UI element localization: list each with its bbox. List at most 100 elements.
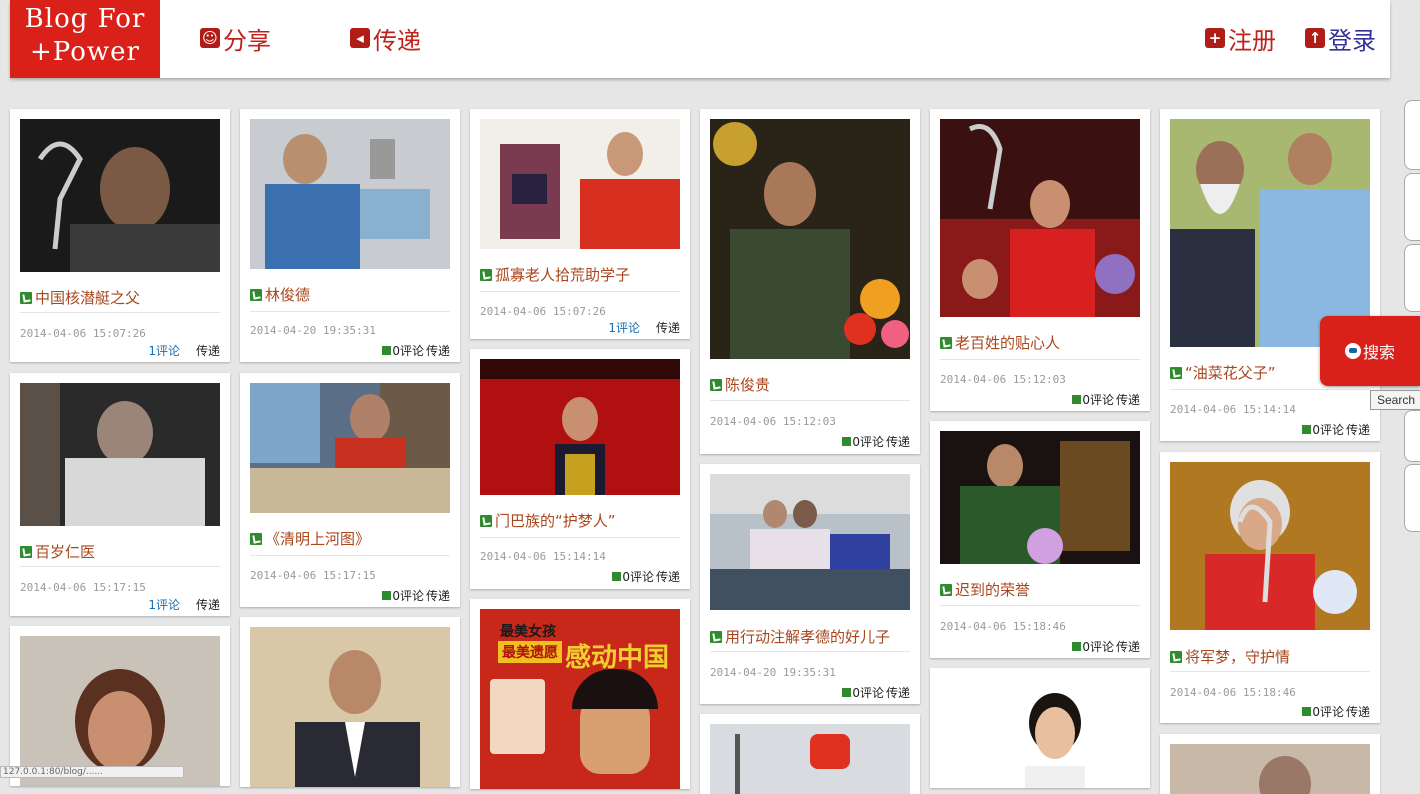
post-photo[interactable] [20, 383, 220, 526]
post-photo[interactable] [480, 119, 680, 249]
post-photo[interactable] [250, 119, 450, 269]
poster-line1: 最美女孩 [500, 624, 556, 640]
comments-link[interactable]: 0评论 [612, 568, 654, 585]
pass-link[interactable]: 传递 [426, 587, 450, 604]
search-button[interactable]: 搜索 [1320, 316, 1420, 386]
post-card[interactable]: 《清明上河图》 2014-04-06 15:17:15 0评论 传递 [240, 373, 460, 607]
post-title[interactable]: 林俊德 [250, 284, 310, 305]
comments-link[interactable]: 1评论 [148, 342, 180, 359]
comments-link[interactable]: 0评论 [842, 433, 884, 450]
side-tab[interactable] [1404, 173, 1420, 241]
post-card[interactable]: 最美女孩 最美遗愿 感动中国 [470, 599, 690, 789]
post-title[interactable]: 迟到的荣誉 [940, 579, 1030, 600]
post-card[interactable]: 老百姓的贴心人 2014-04-06 15:12:03 0评论 传递 [930, 109, 1150, 411]
comments-link[interactable]: 0评论 [1302, 703, 1344, 720]
post-title[interactable]: 用行动注解孝德的好儿子 [710, 626, 890, 647]
post-card[interactable]: 陈俊贵 2014-04-06 15:12:03 0评论 传递 [700, 109, 920, 454]
pass-link[interactable]: 传递 [886, 684, 910, 701]
post-title[interactable]: 百岁仁医 [20, 541, 95, 562]
post-card[interactable]: “油菜花父子” 2014-04-06 15:14:14 0评论 传递 [1160, 109, 1380, 441]
pass-link[interactable]: 传递 [196, 342, 220, 359]
poster-photo[interactable]: 最美女孩 最美遗愿 感动中国 [480, 609, 680, 789]
post-card[interactable]: 门巴族的“护梦人” 2014-04-06 15:14:14 0评论 传递 [470, 349, 690, 589]
post-card[interactable] [1160, 734, 1380, 794]
pass-link[interactable]: 传递 [656, 319, 680, 336]
post-meta: 0评论 传递 [382, 342, 450, 359]
pass-link[interactable]: 传递 [426, 342, 450, 359]
post-photo[interactable] [480, 359, 680, 495]
side-tab[interactable] [1404, 464, 1420, 532]
comments-link[interactable]: 0评论 [382, 587, 424, 604]
side-tab[interactable] [1404, 410, 1420, 462]
post-title[interactable]: 孤寡老人拾荒助学子 [480, 264, 630, 285]
comments-link[interactable]: 0评论 [1302, 421, 1344, 438]
post-photo[interactable] [20, 119, 220, 272]
post-card[interactable]: 用行动注解孝德的好儿子 2014-04-20 19:35:31 0评论 传递 [700, 464, 920, 704]
post-photo[interactable] [250, 383, 450, 513]
post-date: 2014-04-06 15:12:03 [710, 415, 836, 428]
nav-login-link[interactable]: ↑ 登录 [1305, 22, 1376, 55]
post-photo[interactable] [20, 636, 220, 786]
post-icon [480, 268, 492, 281]
comments-link[interactable]: 0评论 [842, 684, 884, 701]
post-card[interactable]: 中国核潜艇之父 2014-04-06 15:07:26 1评论 传递 [10, 109, 230, 362]
post-photo[interactable] [250, 627, 450, 787]
post-card[interactable]: 百岁仁医 2014-04-06 15:17:15 1评论 传递 [10, 373, 230, 616]
post-photo[interactable] [940, 678, 1140, 788]
pass-link[interactable]: 传递 [1116, 638, 1140, 655]
divider [940, 359, 1140, 360]
site-logo[interactable]: Blog For +Power [10, 0, 160, 78]
post-title[interactable]: 《清明上河图》 [250, 528, 370, 549]
comments-link[interactable]: 1评论 [148, 596, 180, 613]
divider [480, 291, 680, 292]
side-tab[interactable] [1404, 244, 1420, 312]
nav-register-link[interactable]: + 注册 [1205, 22, 1276, 55]
post-title[interactable]: 老百姓的贴心人 [940, 332, 1060, 353]
divider [250, 311, 450, 312]
pass-link[interactable]: 传递 [196, 596, 220, 613]
comment-icon [382, 346, 392, 355]
post-card[interactable]: 孤寡老人拾荒助学子 2014-04-06 15:07:26 1评论 传递 [470, 109, 690, 339]
comment-icon [1072, 642, 1082, 651]
post-photo[interactable] [1170, 744, 1370, 794]
post-photo[interactable] [710, 119, 910, 359]
side-tab[interactable] [1404, 100, 1420, 170]
post-icon [1170, 650, 1182, 663]
comments-link[interactable]: 0评论 [382, 342, 424, 359]
pass-link[interactable]: 传递 [1346, 703, 1370, 720]
divider [710, 400, 910, 401]
post-photo[interactable] [710, 474, 910, 610]
post-card[interactable] [240, 617, 460, 787]
post-icon [1170, 366, 1182, 379]
comments-link[interactable]: 0评论 [1072, 638, 1114, 655]
post-title[interactable]: 将军梦，守护情 [1170, 646, 1290, 667]
search-icon [1344, 343, 1361, 359]
post-photo[interactable] [710, 724, 910, 794]
nav-share-link[interactable]: ☺ 分享 [200, 22, 271, 55]
post-photo[interactable] [1170, 462, 1370, 630]
comments-link[interactable]: 0评论 [1072, 391, 1114, 408]
pass-link[interactable]: 传递 [656, 568, 680, 585]
divider [1170, 671, 1370, 672]
post-card[interactable]: 将军梦，守护情 2014-04-06 15:18:46 0评论 传递 [1160, 452, 1380, 723]
share-icon: ☺ [200, 28, 220, 48]
post-card[interactable]: 迟到的荣誉 2014-04-06 15:18:46 0评论 传递 [930, 421, 1150, 658]
post-card[interactable]: 林俊德 2014-04-20 19:35:31 0评论 传递 [240, 109, 460, 362]
post-title[interactable]: 陈俊贵 [710, 374, 770, 395]
poster-hair [572, 669, 658, 709]
post-photo[interactable] [940, 431, 1140, 564]
post-card[interactable] [700, 714, 920, 794]
post-card[interactable] [10, 626, 230, 786]
pass-link[interactable]: 传递 [886, 433, 910, 450]
post-photo[interactable] [1170, 119, 1370, 347]
post-photo[interactable] [940, 119, 1140, 317]
post-meta: 0评论 传递 [612, 568, 680, 585]
pass-link[interactable]: 传递 [1116, 391, 1140, 408]
post-card[interactable] [930, 668, 1150, 788]
post-title[interactable]: 中国核潜艇之父 [20, 287, 140, 308]
post-title[interactable]: 门巴族的“护梦人” [480, 510, 616, 531]
comments-link[interactable]: 1评论 [608, 319, 640, 336]
pass-link[interactable]: 传递 [1346, 421, 1370, 438]
post-title[interactable]: “油菜花父子” [1170, 362, 1276, 383]
nav-pass-link[interactable]: ◂ 传递 [350, 22, 421, 55]
